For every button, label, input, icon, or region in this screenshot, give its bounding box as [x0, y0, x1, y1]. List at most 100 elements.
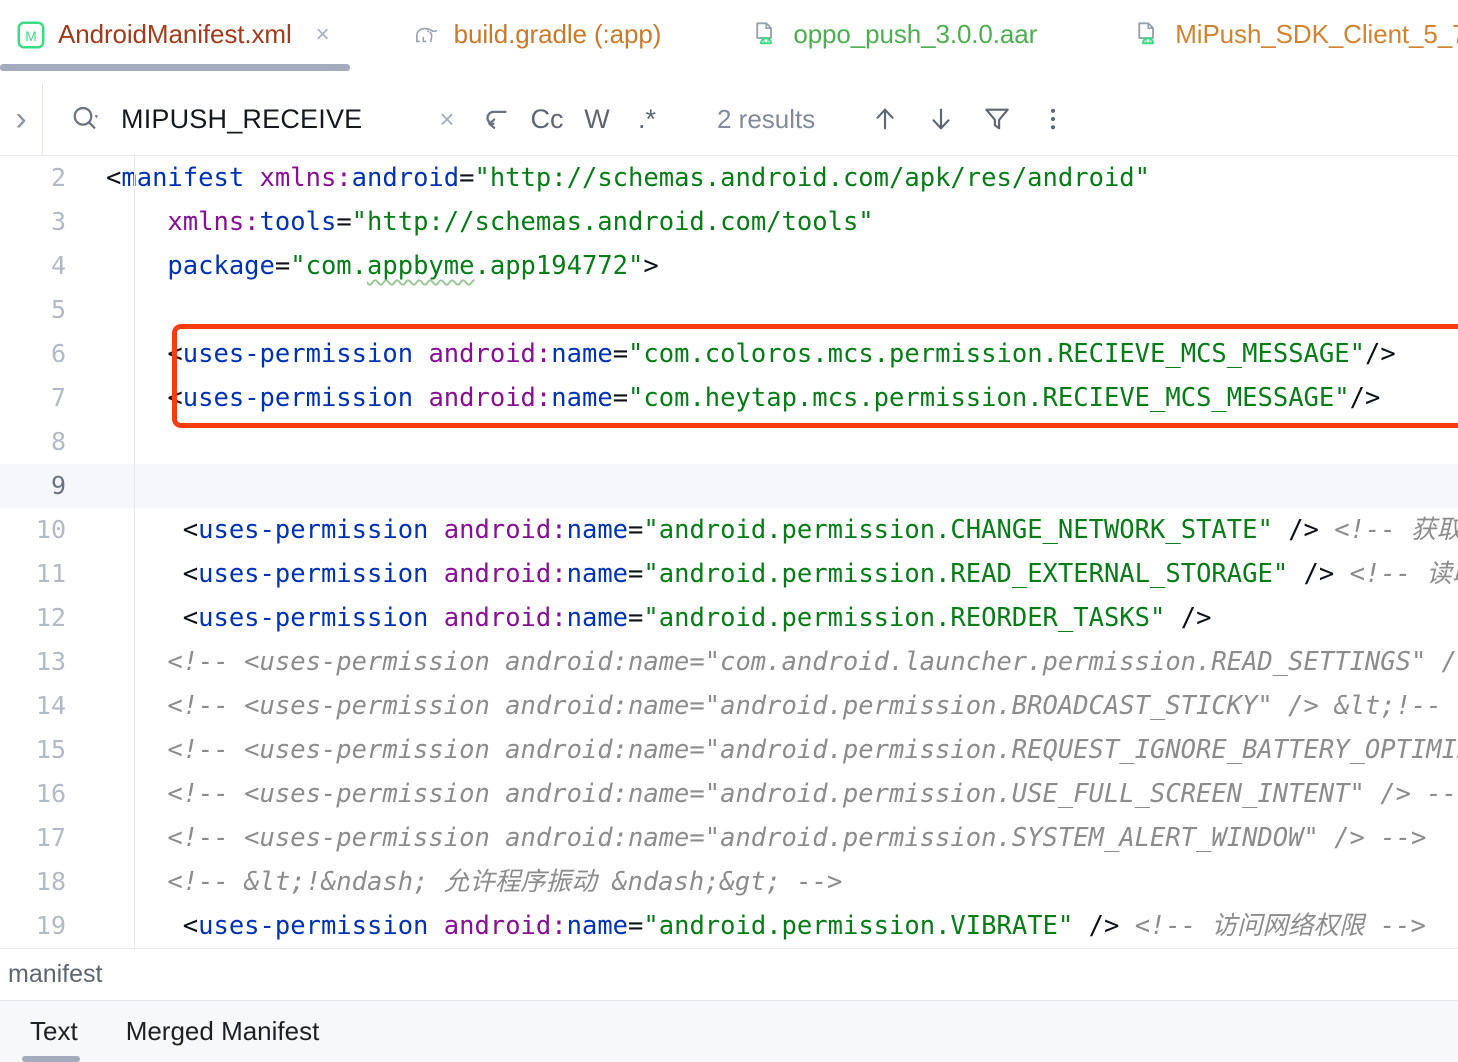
code-line[interactable]: 19 <uses-permission android:name="androi…: [0, 904, 1458, 948]
code-line[interactable]: 3 xmlns:tools="http://schemas.android.co…: [0, 200, 1458, 244]
editor-tab-2[interactable]: build.gradle (:app): [350, 0, 676, 83]
code-text[interactable]: <manifest xmlns:android="http://schemas.…: [100, 156, 1458, 200]
token-str: "http://schemas.android.com/apk/res/andr…: [474, 163, 1151, 193]
expand-search-options-button[interactable]: ›: [0, 102, 42, 136]
code-line[interactable]: 15 <!-- <uses-permission android:name="a…: [0, 728, 1458, 772]
code-text[interactable]: <uses-permission android:name="android.p…: [100, 508, 1458, 552]
token-str: "android.permission.CHANGE_NETWORK_STATE…: [643, 515, 1273, 545]
view-tab-merged-manifest[interactable]: Merged Manifest: [102, 1001, 344, 1062]
line-number: 8: [50, 427, 66, 456]
code-text[interactable]: <!-- <uses-permission android:name="andr…: [100, 684, 1458, 728]
line-number: 17: [35, 823, 66, 852]
search-icon[interactable]: [69, 103, 101, 135]
token-punct: <: [167, 339, 183, 369]
android-archive-icon: [1138, 21, 1155, 44]
code-line[interactable]: 5: [0, 288, 1458, 332]
code-text[interactable]: <uses-permission android:name="com.color…: [100, 332, 1458, 376]
token-punct: <: [182, 559, 199, 589]
code-text[interactable]: <!-- <uses-permission android:name="com.…: [100, 640, 1458, 684]
editor-window: M AndroidManifest.xml × build.gradle (:app)…: [0, 0, 1458, 1062]
code-line[interactable]: 14 <!-- <uses-permission android:name="a…: [0, 684, 1458, 728]
close-icon: ×: [439, 103, 455, 134]
code-line[interactable]: 7 <uses-permission android:name="com.hey…: [0, 376, 1458, 420]
editor-tab-3[interactable]: oppo_push_3.0.0.aar: [675, 0, 1051, 83]
match-case-toggle[interactable]: Cc: [523, 95, 571, 143]
token-punct: <: [182, 911, 199, 941]
code-text[interactable]: package="com.appbyme.app194772">: [100, 244, 1458, 288]
line-number: 10: [35, 515, 66, 544]
token-tag: uses-permission: [182, 383, 414, 413]
breadcrumb[interactable]: manifest: [0, 948, 1458, 1000]
results-count: 2 results: [717, 103, 816, 134]
code-line[interactable]: 10 <uses-permission android:name="androi…: [0, 508, 1458, 552]
token-cmt: <!-- 读取外部存储 -->: [1349, 559, 1458, 589]
token-str: "android.permission.REORDER_TASKS": [643, 603, 1166, 633]
token-punct: =: [628, 911, 644, 941]
return-arrow-icon: [486, 110, 507, 129]
code-text[interactable]: <!-- &lt;!&ndash; 允许程序振动 &ndash;&gt; -->: [100, 860, 1458, 904]
breadcrumb-item-manifest[interactable]: manifest: [8, 960, 102, 989]
code-line[interactable]: 6 <uses-permission android:name="com.col…: [0, 332, 1458, 376]
more-options-button[interactable]: [1025, 93, 1081, 145]
close-icon[interactable]: ×: [310, 22, 336, 48]
code-text[interactable]: <uses-permission android:name="com.heyta…: [100, 376, 1458, 420]
token-tag: uses-permission: [182, 339, 414, 369]
code-text[interactable]: <!-- <uses-permission android:name="andr…: [100, 728, 1458, 772]
editor-tab-4[interactable]: MiPush_SDK_Client_5_7_8: [1051, 0, 1458, 83]
editor-tab-label: MiPush_SDK_Client_5_7_8: [1175, 19, 1458, 49]
code-line[interactable]: 8: [0, 420, 1458, 464]
regex-toggle[interactable]: .*: [623, 95, 671, 143]
line-number: 14: [35, 691, 66, 720]
token-punct: />: [1303, 559, 1335, 589]
code-line[interactable]: 18 <!-- &lt;!&ndash; 允许程序振动 &ndash;&gt; …: [0, 860, 1458, 904]
code-line[interactable]: 2 <manifest xmlns:android="http://schemas…: [0, 156, 1458, 200]
code-line[interactable]: 4 package="com.appbyme.app194772">: [0, 244, 1458, 288]
android-archive-icon: [751, 20, 781, 50]
code-text[interactable]: <uses-permission android:name="android.p…: [100, 552, 1458, 596]
clear-search-button[interactable]: ×: [423, 95, 471, 143]
code-line[interactable]: 13 <!-- <uses-permission android:name="c…: [0, 640, 1458, 684]
line-number: 19: [35, 911, 66, 940]
multiline-search-toggle[interactable]: [473, 95, 521, 143]
code-line[interactable]: 16 <!-- <uses-permission android:name="a…: [0, 772, 1458, 816]
token-cmt: <!-- 访问网络权限 -->: [1134, 911, 1426, 941]
code-editor[interactable]: 2 <manifest xmlns:android="http://schemas…: [0, 156, 1458, 948]
editor-tab-label: build.gradle (:app): [453, 19, 662, 49]
token-attr: android:: [443, 515, 567, 545]
whole-words-toggle[interactable]: W: [573, 95, 621, 143]
line-number: 2: [50, 163, 66, 192]
find-previous-button[interactable]: [857, 93, 913, 145]
find-next-button[interactable]: [913, 93, 969, 145]
token-tag: uses-permission: [198, 515, 429, 545]
code-text[interactable]: xmlns:tools="http://schemas.android.com/…: [100, 200, 1458, 244]
code-line[interactable]: 9: [0, 464, 1458, 508]
token-str-typo: appbyme: [367, 251, 475, 281]
token-attr: xmlns:: [167, 207, 260, 237]
line-number: 4: [50, 251, 66, 280]
code-line[interactable]: 11 <uses-permission android:name="androi…: [0, 552, 1458, 596]
code-text[interactable]: <uses-permission android:name="android.p…: [100, 596, 1458, 640]
token-str: "android.permission.READ_EXTERNAL_STORAG…: [643, 559, 1289, 589]
view-tab-text[interactable]: Text: [0, 1001, 102, 1062]
search-field-wrapper: × Cc W .*: [43, 83, 671, 155]
search-input[interactable]: [121, 103, 421, 135]
code-line[interactable]: 12 <uses-permission android:name="androi…: [0, 596, 1458, 640]
code-line[interactable]: 17 <!-- <uses-permission android:name="a…: [0, 816, 1458, 860]
code-lines[interactable]: 2 <manifest xmlns:android="http://schemas…: [0, 156, 1458, 948]
filter-button[interactable]: [969, 93, 1025, 145]
code-text[interactable]: <uses-permission android:name="android.p…: [100, 904, 1458, 948]
token-attr: android:: [443, 559, 567, 589]
token-ns: name: [566, 603, 629, 633]
code-text[interactable]: <!-- <uses-permission android:name="andr…: [100, 816, 1458, 860]
code-text[interactable]: <!-- <uses-permission android:name="andr…: [100, 772, 1458, 816]
line-number: 13: [35, 647, 66, 676]
